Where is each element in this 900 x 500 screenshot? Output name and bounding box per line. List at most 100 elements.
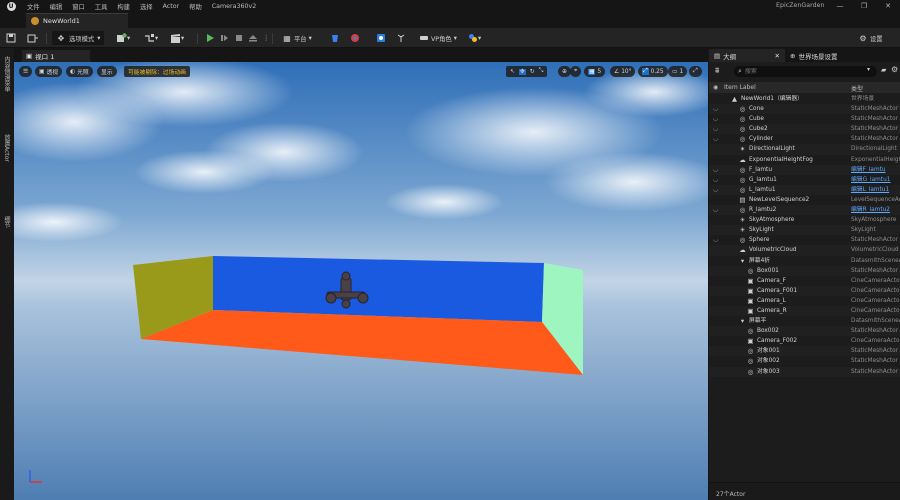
viewport-tab[interactable]: ▣ 视口 1 [22, 50, 90, 62]
outliner-item[interactable]: ✶ DirectionalLight [739, 144, 795, 154]
outliner-item[interactable]: ◎ 对象003 [747, 367, 780, 377]
play-button[interactable] [205, 31, 215, 45]
visibility-eye-icon[interactable]: ◡ [713, 124, 718, 134]
world-settings-tab[interactable]: ⊕ 世界场景设置 [785, 49, 842, 62]
outliner-item[interactable]: ◎ Box001 [747, 266, 779, 276]
outliner-row[interactable]: ◡ ◎ L_lamtu1 编辑L_lamtu1 [709, 184, 900, 195]
content-drawer-tab[interactable]: 内容侧滑菜单 [2, 56, 11, 92]
level-viewport[interactable]: ☰ ▣ 透视 ◐ 光照 显示 可能被剔除：过场动画 ↖ ✥ ↻ ⤡ ⊕ ⌖ ▦ … [14, 62, 708, 500]
outliner-item[interactable]: ▾ 屏幕平 [739, 316, 767, 326]
outliner-item[interactable]: ◎ 对象001 [747, 346, 780, 356]
outliner-row[interactable]: ◡ ◎ Sphere StaticMeshActor [709, 235, 900, 245]
outliner-item[interactable]: ☀ SkyAtmosphere [739, 215, 795, 225]
vp-tool-button[interactable] [396, 31, 406, 45]
outliner-row[interactable]: ◎ Box001 StaticMeshActor [709, 265, 900, 276]
python-tool-button[interactable]: ▾ [468, 31, 481, 45]
plugin-tool-red[interactable] [350, 31, 360, 45]
angle-snap-button[interactable]: ∠ 10° [610, 66, 636, 77]
outliner-item[interactable]: ▣ Camera_R [747, 306, 786, 316]
outliner-row[interactable]: ▾ 屏幕平 DatasmithSceneA [709, 316, 900, 326]
outliner-row[interactable]: ▣ Camera_F001 CineCameraActor [709, 285, 900, 296]
outliner-row[interactable]: ◡ ◎ Cone StaticMeshActor [709, 104, 900, 115]
close-window-button[interactable]: ✕ [876, 0, 900, 12]
outliner-row[interactable]: ✶ DirectionalLight DirectionalLight [709, 144, 900, 155]
outliner-row[interactable]: ▲ NewWorld1（编辑器） 世界场景 [709, 94, 900, 104]
outliner-item-type[interactable]: 编辑L_lamtu1 [851, 185, 900, 195]
cinematics-button[interactable]: ▾ [170, 31, 184, 45]
outliner-row[interactable]: ▤ NewLevelSequence2 LevelSequenceAc [709, 195, 900, 205]
outliner-row[interactable]: ◡ ◎ Cube2 StaticMeshActor [709, 124, 900, 135]
blueprint-button[interactable]: ▾ [144, 31, 158, 45]
mode-selector[interactable]: ✥ 选项模式 ▾ [52, 31, 105, 45]
gear-icon[interactable]: ⚙ [891, 65, 898, 74]
outliner-row[interactable]: ◎ 对象001 StaticMeshActor [709, 346, 900, 357]
outliner-row[interactable]: ☀ SkyLight SkyLight [709, 225, 900, 236]
outliner-item[interactable]: ▤ NewLevelSequence2 [739, 195, 809, 205]
visibility-eye-icon[interactable]: ◡ [713, 175, 718, 185]
visibility-eye-icon[interactable]: ◡ [713, 104, 718, 114]
chevron-down-icon[interactable]: ▾ [867, 66, 870, 73]
outliner-item[interactable]: ▣ Camera_F002 [747, 336, 797, 346]
maximize-viewport-button[interactable]: ⤢ [689, 66, 702, 77]
outliner-item-type[interactable]: 编辑G_lamtu1 [851, 175, 900, 185]
outliner-item[interactable]: ☀ SkyLight [739, 225, 774, 235]
outliner-row[interactable]: ▣ Camera_R CineCameraActor [709, 305, 900, 317]
outliner-row[interactable]: ☀ SkyAtmosphere SkyAtmosphere [709, 215, 900, 225]
outliner-row[interactable]: ◎ Box002 StaticMeshActor [709, 326, 900, 337]
outliner-row[interactable]: ☁ VolumetricCloud VolumetricCloud [709, 245, 900, 256]
outliner-item[interactable]: ◎ Cube2 [739, 124, 768, 134]
move-tool-icon[interactable]: ✥ [518, 68, 526, 75]
outliner-row[interactable]: ◡ ◎ F_lamtu 编辑F_lamtu [709, 164, 900, 175]
outliner-item[interactable]: ▲ NewWorld1（编辑器） [731, 94, 803, 104]
save-button[interactable] [6, 31, 16, 45]
outliner-row[interactable]: ▾ 屏幕4折 DatasmithSceneA [709, 256, 900, 266]
visibility-eye-icon[interactable]: ◡ [713, 114, 718, 124]
outliner-item[interactable]: ◎ L_lamtu1 [739, 185, 776, 195]
outliner-row[interactable]: ◡ ◎ G_lamtu1 编辑G_lamtu1 [709, 175, 900, 185]
outliner-item[interactable]: ◎ R_lamtu2 [739, 205, 777, 215]
outliner-item[interactable]: ◎ Sphere [739, 235, 770, 245]
camera-speed-button[interactable]: ▭ 1 [668, 66, 688, 77]
outliner-item[interactable]: ▣ Camera_F [747, 276, 786, 286]
unreal-logo-icon[interactable]: U [0, 0, 22, 12]
close-icon[interactable]: ✕ [775, 52, 780, 60]
add-folder-icon[interactable]: ▰ [881, 66, 886, 74]
settings-button[interactable]: ⚙ 设置 [858, 31, 882, 45]
menu-actor[interactable]: Actor [158, 3, 185, 10]
outliner-item[interactable]: ◎ F_lamtu [739, 165, 772, 175]
outliner-item[interactable]: ▾ 屏幕4折 [739, 256, 770, 266]
viewport-options-button[interactable]: ☰ [19, 66, 33, 77]
minimize-button[interactable]: — [828, 0, 852, 12]
outliner-item-type[interactable]: 编辑F_lamtu [851, 165, 900, 175]
outliner-item[interactable]: ◎ Cone [739, 104, 764, 114]
scale-snap-button[interactable]: ⤢ 0.25 [638, 66, 668, 77]
outliner-item[interactable]: ◎ Cylinder [739, 134, 773, 144]
vp-role-dropdown[interactable]: VP角色 ▾ [419, 31, 457, 45]
filter-icon[interactable]: ⩩ [715, 66, 719, 76]
outliner-item[interactable]: ◎ Box002 [747, 326, 779, 336]
place-actors-tab[interactable]: 放置Actor [2, 134, 11, 162]
menu-edit[interactable]: 编辑 [45, 2, 68, 11]
visibility-eye-icon[interactable]: ◡ [713, 185, 718, 195]
platforms-button[interactable]: ▦ 平台 ▾ [282, 31, 312, 45]
outliner-search[interactable]: ⌕ [734, 66, 877, 77]
visibility-eye-icon[interactable]: ◡ [713, 165, 718, 175]
scale-tool-icon[interactable]: ⤡ [539, 68, 544, 75]
outliner-row[interactable]: ▣ Camera_F CineCameraActor [709, 276, 900, 286]
outliner-row[interactable]: ◎ 对象002 StaticMeshActor [709, 356, 900, 366]
outliner-item-type[interactable]: 编辑R_lamtu2 [851, 205, 900, 215]
outliner-row[interactable]: ◡ ◎ R_lamtu2 编辑R_lamtu2 [709, 205, 900, 216]
show-button[interactable]: 显示 [97, 66, 117, 77]
level-tab[interactable]: NewWorld1 [26, 13, 128, 28]
outliner-row[interactable]: ▣ Camera_L CineCameraActor [709, 296, 900, 306]
menu-camera360v2[interactable]: Camera360v2 [207, 3, 261, 10]
plugin-tool-blue[interactable] [330, 31, 340, 45]
visibility-eye-icon[interactable]: ◡ [713, 205, 718, 215]
outliner-row[interactable]: ◡ ◎ Cube StaticMeshActor [709, 114, 900, 124]
rotate-tool-icon[interactable]: ↻ [530, 69, 535, 75]
lit-button[interactable]: ◐ 光照 [66, 66, 93, 77]
menu-file[interactable]: 文件 [22, 2, 45, 11]
details-tab[interactable]: 细节 [2, 216, 11, 228]
outliner-item[interactable]: ▣ Camera_L [747, 296, 785, 306]
menu-tools[interactable]: 工具 [90, 2, 113, 11]
